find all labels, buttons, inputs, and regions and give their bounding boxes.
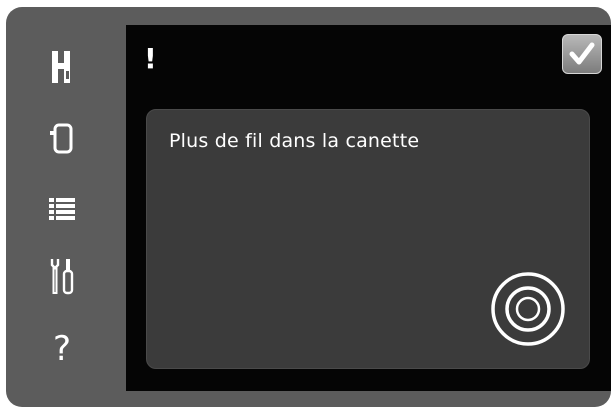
device-frame: ? ! Plus de fil dans la canette [6, 7, 611, 407]
alert-icon: ! [144, 42, 157, 75]
ok-button[interactable] [562, 34, 602, 74]
sidebar-item-presser-foot[interactable] [40, 45, 84, 89]
menu-list-icon [49, 198, 75, 220]
sidebar-item-tools[interactable] [40, 255, 84, 299]
hoop-icon [50, 123, 73, 154]
check-icon [569, 42, 595, 65]
sidebar-item-help[interactable]: ? [40, 327, 84, 371]
sidebar-item-menu-list[interactable] [40, 187, 84, 231]
message-text: Plus de fil dans la canette [169, 130, 420, 152]
message-panel: Plus de fil dans la canette [146, 109, 590, 369]
help-icon: ? [52, 329, 72, 369]
tools-icon [50, 259, 74, 295]
sidebar: ? [6, 7, 124, 407]
message-screen: ! Plus de fil dans la canette [126, 25, 611, 391]
bobbin-icon [491, 272, 565, 346]
sidebar-item-hoop[interactable] [40, 116, 84, 160]
presser-foot-icon [52, 51, 70, 83]
